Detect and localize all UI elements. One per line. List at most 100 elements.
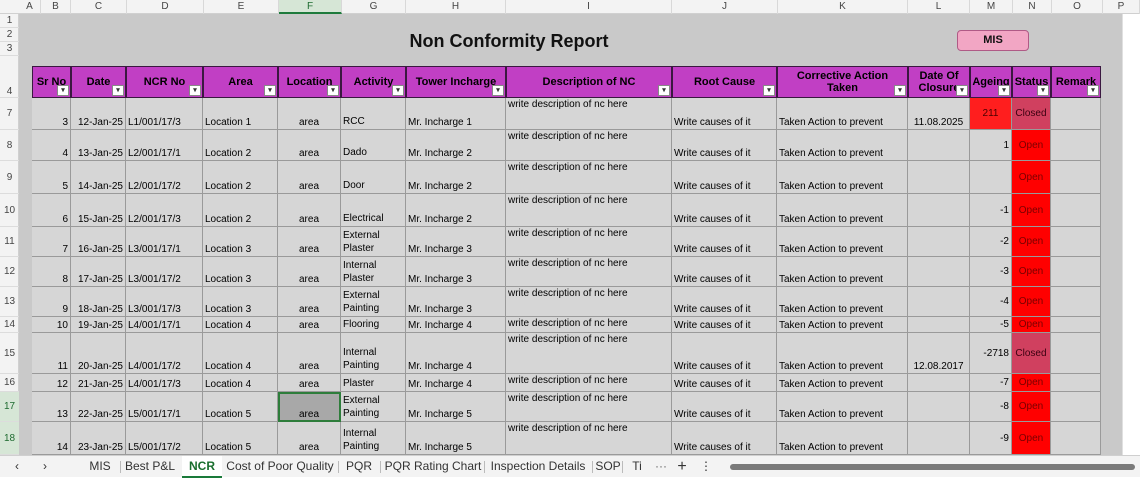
cell-area[interactable]: Location 5: [203, 422, 278, 455]
column-header-f[interactable]: F: [279, 0, 342, 14]
cell-area[interactable]: Location 5: [203, 392, 278, 422]
cell-ncr-no[interactable]: L4/001/17/1: [126, 317, 203, 333]
sheet-tab-mis[interactable]: MIS: [80, 456, 120, 478]
cell-area[interactable]: Location 1: [203, 98, 278, 130]
filter-dropdown-icon[interactable]: ▾: [264, 85, 276, 96]
cell-sr-no[interactable]: 8: [32, 257, 71, 287]
row-header-11[interactable]: 11: [0, 227, 19, 257]
cell-activity[interactable]: Internal Plaster: [341, 374, 406, 392]
worksheet-grid[interactable]: Non Conformity Report MIS Sr No ▾ Date ▾ NCR…: [19, 14, 1140, 455]
filter-dropdown-icon[interactable]: ▾: [956, 85, 968, 96]
filter-dropdown-icon[interactable]: ▾: [57, 85, 69, 96]
cell-tower-incharge[interactable]: Mr. Incharge 4: [406, 317, 506, 333]
cell-tower-incharge[interactable]: Mr. Incharge 3: [406, 257, 506, 287]
column-header-n[interactable]: N: [1013, 0, 1052, 14]
cell-area[interactable]: Location 3: [203, 227, 278, 257]
cell-activity[interactable]: Internal Plaster: [341, 257, 406, 287]
cell-remark[interactable]: [1051, 287, 1101, 317]
cell-activity[interactable]: Dado: [341, 130, 406, 161]
cell-sr-no[interactable]: 4: [32, 130, 71, 161]
column-header-e[interactable]: E: [204, 0, 279, 14]
cell-ncr-no[interactable]: L5/001/17/1: [126, 392, 203, 422]
cell-corrective-action[interactable]: Taken Action to prevent: [777, 98, 908, 130]
cell-ageing[interactable]: 1: [970, 130, 1012, 161]
cell-ncr-no[interactable]: L4/001/17/3: [126, 374, 203, 392]
cell-date-of-closure[interactable]: [908, 287, 970, 317]
cell-activity[interactable]: Electrical: [341, 194, 406, 227]
cell-corrective-action[interactable]: Taken Action to prevent: [777, 374, 908, 392]
row-header-8[interactable]: 8: [0, 130, 19, 161]
cell-location[interactable]: area: [278, 287, 341, 317]
filter-dropdown-icon[interactable]: ▾: [998, 85, 1010, 96]
cell-description[interactable]: write description of nc here: [506, 374, 672, 392]
cell-tower-incharge[interactable]: Mr. Incharge 2: [406, 161, 506, 194]
cell-ageing[interactable]: -1: [970, 194, 1012, 227]
filter-dropdown-icon[interactable]: ▾: [189, 85, 201, 96]
row-header-10[interactable]: 10: [0, 194, 19, 227]
cell-status[interactable]: Closed: [1012, 333, 1051, 374]
cell-status[interactable]: Open: [1012, 130, 1051, 161]
cell-sr-no[interactable]: 14: [32, 422, 71, 455]
row-header-13[interactable]: 13: [0, 287, 19, 317]
cell-tower-incharge[interactable]: Mr. Incharge 1: [406, 98, 506, 130]
cell-ageing[interactable]: -2718: [970, 333, 1012, 374]
cell-date-of-closure[interactable]: [908, 257, 970, 287]
cell-area[interactable]: Location 2: [203, 130, 278, 161]
cell-date-of-closure[interactable]: 11.08.2025: [908, 98, 970, 130]
cell-description[interactable]: write description of nc here: [506, 422, 672, 455]
cell-ncr-no[interactable]: L3/001/17/1: [126, 227, 203, 257]
cell-area[interactable]: Location 2: [203, 161, 278, 194]
sheet-tab-inspection-details[interactable]: Inspection Details: [484, 456, 592, 478]
row-header-15[interactable]: 15: [0, 333, 19, 374]
cell-root-cause[interactable]: Write causes of it: [672, 130, 777, 161]
cell-root-cause[interactable]: Write causes of it: [672, 333, 777, 374]
column-header-c[interactable]: C: [71, 0, 127, 14]
filter-dropdown-icon[interactable]: ▾: [763, 85, 775, 96]
cell-ncr-no[interactable]: L3/001/17/3: [126, 287, 203, 317]
cell-status[interactable]: Open: [1012, 422, 1051, 455]
column-header-h[interactable]: H: [406, 0, 506, 14]
cell-remark[interactable]: [1051, 257, 1101, 287]
cell-sr-no[interactable]: 7: [32, 227, 71, 257]
cell-activity[interactable]: External Plaster: [341, 227, 406, 257]
cell-remark[interactable]: [1051, 130, 1101, 161]
cell-ageing[interactable]: -5: [970, 317, 1012, 333]
column-header-g[interactable]: G: [342, 0, 406, 14]
cell-root-cause[interactable]: Write causes of it: [672, 227, 777, 257]
cell-date-of-closure[interactable]: 12.08.2017: [908, 333, 970, 374]
row-header-14[interactable]: 14: [0, 317, 19, 333]
cell-remark[interactable]: [1051, 374, 1101, 392]
cell-sr-no[interactable]: 11: [32, 333, 71, 374]
cell-location[interactable]: area: [278, 333, 341, 374]
filter-dropdown-icon[interactable]: ▾: [327, 85, 339, 96]
cell-description[interactable]: write description of nc here: [506, 194, 672, 227]
cell-location[interactable]: area: [278, 194, 341, 227]
cell-date-of-closure[interactable]: [908, 422, 970, 455]
cell-remark[interactable]: [1051, 98, 1101, 130]
cell-corrective-action[interactable]: Taken Action to prevent: [777, 422, 908, 455]
sheet-tab-pqr[interactable]: PQR: [338, 456, 380, 478]
filter-dropdown-icon[interactable]: ▾: [112, 85, 124, 96]
column-header-d[interactable]: D: [127, 0, 204, 14]
cell-area[interactable]: Location 4: [203, 317, 278, 333]
cell-tower-incharge[interactable]: Mr. Incharge 5: [406, 392, 506, 422]
cell-activity[interactable]: Flooring: [341, 317, 406, 333]
cell-date[interactable]: 13-Jan-25: [71, 130, 126, 161]
cell-location[interactable]: area: [278, 161, 341, 194]
cell-area[interactable]: Location 4: [203, 374, 278, 392]
row-header-18[interactable]: 18: [0, 422, 19, 455]
cell-ncr-no[interactable]: L2/001/17/3: [126, 194, 203, 227]
cell-status[interactable]: Closed: [1012, 98, 1051, 130]
cell-status[interactable]: Open: [1012, 227, 1051, 257]
cell-root-cause[interactable]: Write causes of it: [672, 422, 777, 455]
cell-activity[interactable]: External Painting: [341, 392, 406, 422]
tab-overflow-icon[interactable]: ···: [653, 456, 669, 478]
add-sheet-icon[interactable]: +: [674, 456, 690, 478]
cell-description[interactable]: write description of nc here: [506, 227, 672, 257]
cell-tower-incharge[interactable]: Mr. Incharge 2: [406, 194, 506, 227]
cell-date[interactable]: 12-Jan-25: [71, 98, 126, 130]
cell-activity[interactable]: Internal Painting: [341, 333, 406, 374]
cell-status[interactable]: Open: [1012, 161, 1051, 194]
cell-date-of-closure[interactable]: [908, 194, 970, 227]
row-header-1[interactable]: 1: [0, 14, 19, 28]
